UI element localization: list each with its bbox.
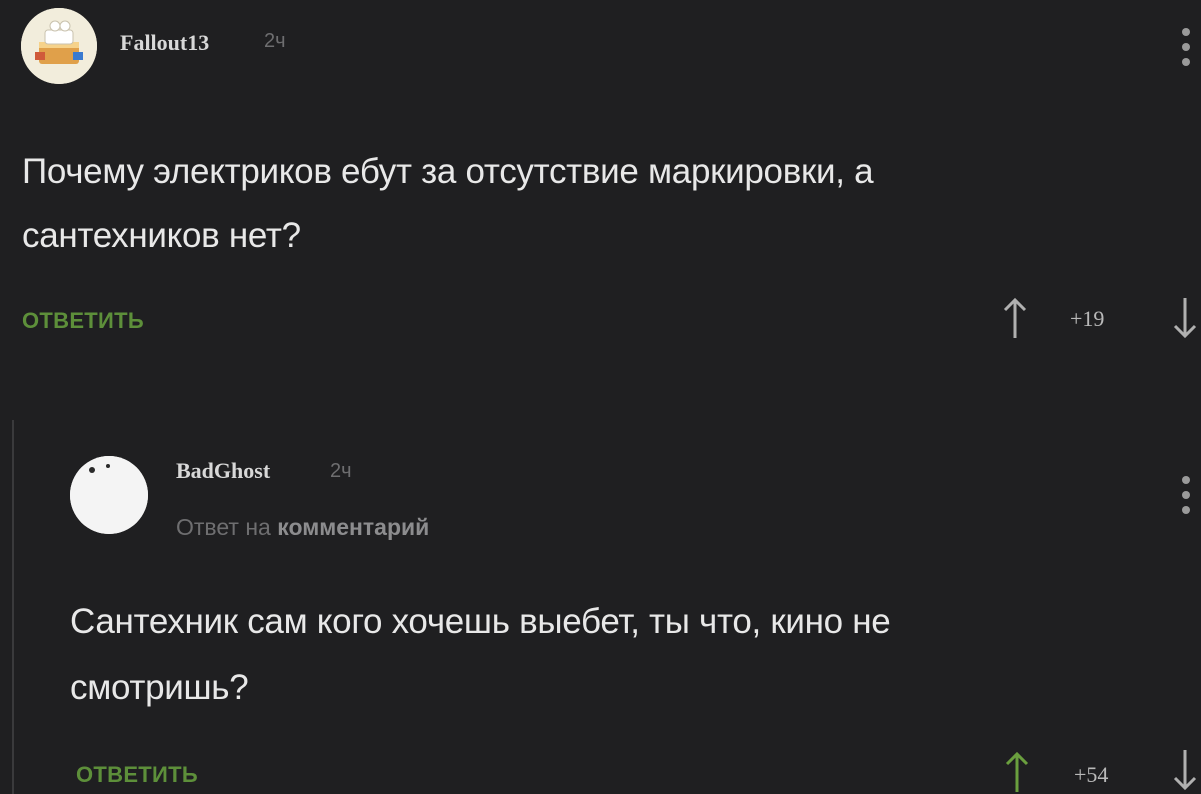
reply-to-comment-link[interactable]: комментарий [277,514,429,540]
comment-score: +54 [1074,762,1109,787]
downvote-arrow-icon[interactable] [1170,296,1200,340]
reply-to-line: Ответ на комментарий [176,514,429,541]
timestamp: 2ч [264,30,286,52]
upvote-arrow-icon[interactable] [1000,296,1030,340]
downvote-arrow-icon[interactable] [1170,748,1200,792]
more-menu-icon[interactable] [1182,476,1192,521]
comment-text-line-2: сантехников нет? [22,216,301,255]
reply-button[interactable]: ОТВЕТИТЬ [76,762,198,788]
comment-text-line-2: смотришь? [70,668,249,707]
user-avatar[interactable] [21,8,97,84]
comments-page: Fallout13 2ч Почему электриков ебут за о… [0,0,1201,794]
timestamp: 2ч [330,460,352,482]
cake-avatar-icon [21,8,97,84]
username[interactable]: Fallout13 [120,30,209,56]
upvote-arrow-icon[interactable] [1002,750,1032,794]
thread-line [12,420,14,794]
user-avatar[interactable] [70,456,148,534]
reply-to-prefix: Ответ на [176,514,271,540]
more-menu-icon[interactable] [1182,28,1192,73]
reply-button[interactable]: ОТВЕТИТЬ [22,308,144,334]
ghost-avatar-icon [70,456,148,534]
comment-text-line-1: Сантехник сам кого хочешь выебет, ты что… [70,602,891,641]
comment-text-line-1: Почему электриков ебут за отсутствие мар… [22,152,874,191]
username[interactable]: BadGhost [176,458,270,484]
comment-score: +19 [1070,306,1105,331]
